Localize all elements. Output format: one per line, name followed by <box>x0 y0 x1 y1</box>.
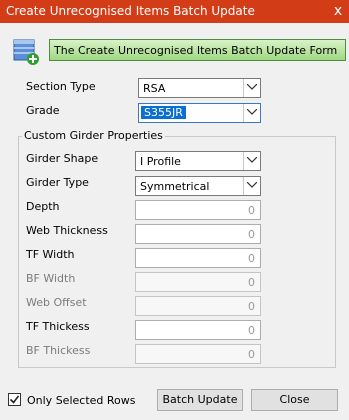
girder-type-value: Symmetrical <box>140 180 210 193</box>
bf-thickness-label: BF Thickess <box>26 344 91 357</box>
web-thickness-value: 0 <box>248 228 255 241</box>
grade-label: Grade <box>26 104 60 117</box>
tf-width-value: 0 <box>248 252 255 265</box>
chevron-down-icon <box>243 177 260 195</box>
tf-thickness-value: 0 <box>248 324 255 337</box>
section-type-value: RSA <box>143 82 166 95</box>
girder-shape-select[interactable]: I Profile <box>135 151 261 171</box>
grade-value: S355JR <box>141 106 186 119</box>
bf-thickness-input: 0 <box>135 344 261 364</box>
depth-value: 0 <box>248 204 255 217</box>
girder-type-label: Girder Type <box>26 176 89 189</box>
title-bar: Create Unrecognised Items Batch Update x <box>0 0 349 23</box>
depth-label: Depth <box>26 200 60 213</box>
tf-thickness-input[interactable]: 0 <box>135 320 261 340</box>
bf-width-input: 0 <box>135 272 261 292</box>
web-thickness-label: Web Thickness <box>26 224 108 237</box>
chevron-down-icon <box>243 104 260 122</box>
bf-thickness-value: 0 <box>248 348 255 361</box>
batch-update-button[interactable]: Batch Update <box>157 389 243 411</box>
tf-width-label: TF Width <box>26 248 75 261</box>
girder-type-select[interactable]: Symmetrical <box>135 176 261 196</box>
tf-width-input[interactable]: 0 <box>135 248 261 268</box>
window-title: Create Unrecognised Items Batch Update <box>6 4 255 18</box>
web-offset-input: 0 <box>135 296 261 316</box>
checkmark-icon <box>10 395 19 404</box>
only-selected-rows-checkbox[interactable] <box>8 393 21 406</box>
custom-girder-properties-label: Custom Girder Properties <box>22 129 165 142</box>
tf-thickness-label: TF Thickess <box>26 320 90 333</box>
chevron-down-icon <box>243 152 260 170</box>
grade-select[interactable]: S355JR <box>138 103 261 123</box>
chevron-down-icon <box>243 79 260 97</box>
web-offset-value: 0 <box>248 300 255 313</box>
form-banner: The Create Unrecognised Items Batch Upda… <box>49 39 346 61</box>
web-offset-label: Web Offset <box>26 296 87 309</box>
database-add-icon <box>13 36 41 66</box>
web-thickness-input[interactable]: 0 <box>135 224 261 244</box>
close-window-button[interactable]: x <box>327 0 349 23</box>
girder-shape-value: I Profile <box>140 155 181 168</box>
depth-input[interactable]: 0 <box>135 200 261 220</box>
close-button[interactable]: Close <box>251 389 338 411</box>
bf-width-label: BF Width <box>26 272 76 285</box>
bf-width-value: 0 <box>248 276 255 289</box>
only-selected-rows-label[interactable]: Only Selected Rows <box>27 394 135 407</box>
girder-shape-label: Girder Shape <box>26 152 99 165</box>
section-type-label: Section Type <box>26 80 96 93</box>
section-type-select[interactable]: RSA <box>138 78 261 98</box>
